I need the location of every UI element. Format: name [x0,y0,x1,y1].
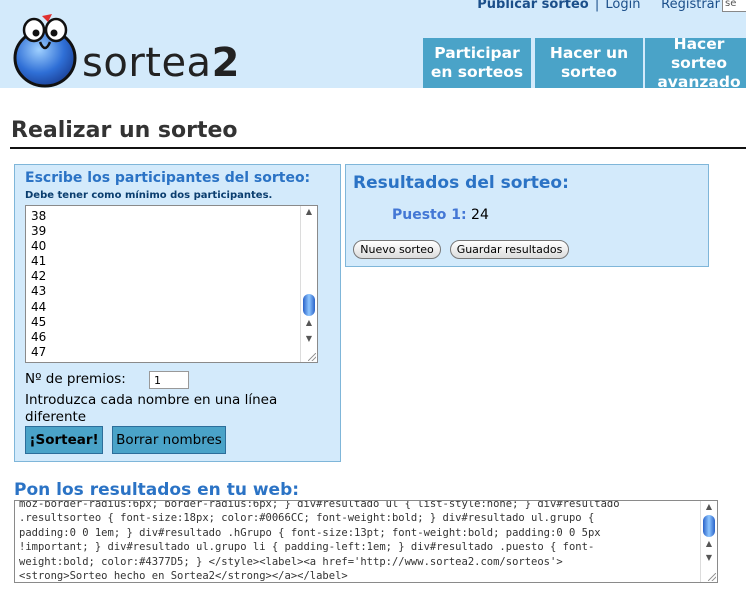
embed-code-textarea[interactable]: moz-border-radius:6px; border-radius:6px… [14,500,718,583]
nav-participar-en-sorteos[interactable]: Participar en sorteos [423,38,531,88]
participants-lines: 38 39 40 41 42 43 44 45 46 47 [31,209,46,360]
participants-heading: Escribe los participantes del sorteo: [25,170,311,186]
participants-note: Debe tener como mínimo dos participantes… [25,190,273,201]
code-line: weight:bold; color:#4377D5; } </style><l… [19,555,563,568]
participant-line: 38 [31,209,47,223]
brand-name: sortea2 [82,40,240,86]
borrar-nombres-button[interactable]: Borrar nombres [112,426,226,454]
participant-line: 46 [31,329,47,344]
embed-code-lines: moz-border-radius:6px; border-radius:6px… [19,500,699,583]
brand-suffix: 2 [211,40,240,86]
scroll-up-icon[interactable]: ▲ [301,207,317,216]
scroll-thumb[interactable] [703,515,715,537]
guardar-resultados-button[interactable]: Guardar resultados [450,240,569,259]
participant-line: 45 [31,314,47,329]
nav-hacer-sorteo-avanzado[interactable]: Hacer sorteo avanzado [645,35,746,91]
code-line: <strong>Sorteo hecho en Sortea2</strong>… [19,570,348,583]
search-input[interactable]: se [722,0,746,12]
code-line: padding:0 0 1em; } div#resultado .hGrupo… [19,526,601,539]
participants-scrollbar[interactable]: ▲ ▲ ▼ [300,206,317,362]
participants-textarea[interactable]: 38 39 40 41 42 43 44 45 46 47 ▲ ▲ ▼ [25,205,318,363]
participants-hint: Introduzca cada nombre en una línea dife… [25,392,278,425]
code-line: moz-border-radius:6px; border-radius:6px… [19,500,620,510]
scroll-down-icon[interactable]: ▼ [301,334,317,343]
account-links: Publicar sorteo | Login Registrar [477,0,720,12]
premios-input[interactable]: 1 [149,371,189,389]
participant-line: 39 [31,224,47,239]
link-separator: | [594,0,600,12]
nuevo-sorteo-button[interactable]: Nuevo sorteo [353,240,441,259]
embed-scrollbar[interactable]: ▲ ▲ ▼ [700,501,717,582]
publicar-sorteo-link[interactable]: Publicar sorteo [477,0,588,12]
scroll-up-icon[interactable]: ▲ [701,539,717,548]
embed-heading: Pon los resultados en tu web: [14,480,300,500]
puesto-value: 24 [471,207,489,223]
title-divider [10,147,746,149]
participant-line: 41 [31,254,47,269]
page-title: Realizar un sorteo [11,118,238,143]
scroll-down-icon[interactable]: ▼ [701,553,717,562]
puesto-label: Puesto 1: [392,207,467,223]
code-line: !important; } div#resultado ul.grupo li … [19,541,595,554]
resize-grip-icon[interactable] [708,573,716,581]
nav-hacer-un-sorteo[interactable]: Hacer un sorteo [535,38,643,88]
scroll-up-icon[interactable]: ▲ [301,318,317,327]
results-heading: Resultados del sorteo: [353,173,569,193]
scroll-up-icon[interactable]: ▲ [701,502,717,511]
resize-grip-icon[interactable] [308,353,316,361]
premios-label: Nº de premios: [25,371,126,387]
participant-line: 44 [31,299,47,314]
participant-line: 42 [31,269,47,284]
participant-line: 43 [31,284,47,299]
sortear-button[interactable]: ¡Sortear! [25,426,103,454]
penguin-logo-icon[interactable] [12,14,78,88]
brand-text: sortea [82,40,212,86]
login-link[interactable]: Login [605,0,640,12]
scroll-thumb[interactable] [303,294,315,316]
participant-line: 40 [31,239,47,254]
result-item: Puesto 1: 24 [392,207,489,223]
participant-line: 47 [31,344,47,359]
code-line: .resultsorteo { font-size:18px; color:#0… [19,512,595,525]
registrar-link[interactable]: Registrar [661,0,720,12]
